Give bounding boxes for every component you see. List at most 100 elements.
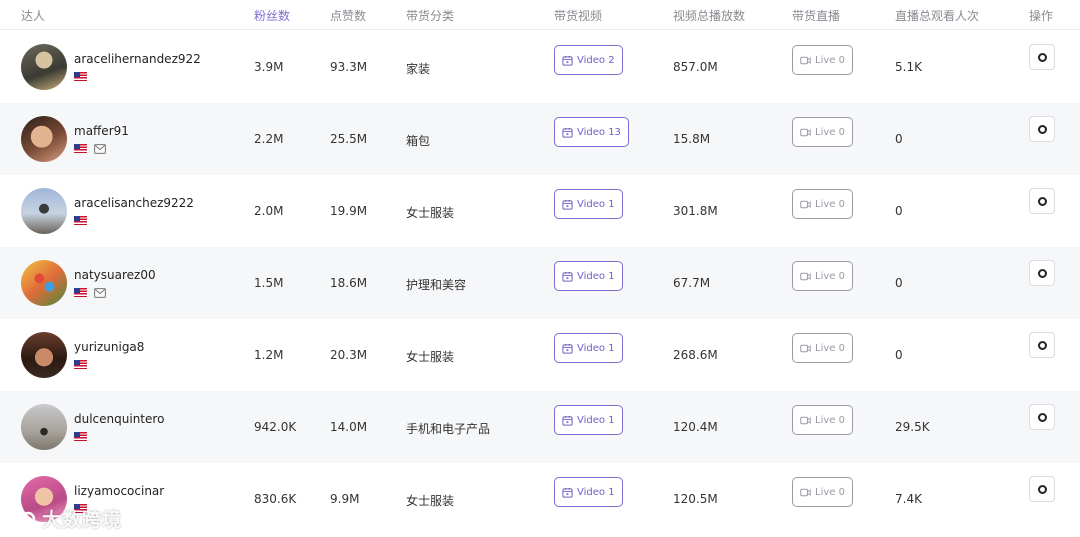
live-button-label: Live 0 xyxy=(815,54,845,66)
live-button[interactable]: Live 0 xyxy=(792,333,853,363)
video-calendar-icon xyxy=(562,343,573,354)
avatar[interactable] xyxy=(21,188,67,234)
live-camera-icon xyxy=(800,272,811,280)
likes-value: 25.5M xyxy=(330,132,368,146)
likes-value: 18.6M xyxy=(330,276,368,290)
creator-badges xyxy=(74,359,87,370)
video-button-label: Video 1 xyxy=(577,414,615,426)
live-button-label: Live 0 xyxy=(815,342,845,354)
table-row[interactable]: lizyamococinar 830.6K 9.9M 女士服装 Video 1 120.5… xyxy=(0,463,1080,535)
video-button[interactable]: Video 1 xyxy=(554,189,623,219)
watermark: 大数跨境 xyxy=(8,505,122,532)
creator-username[interactable]: aracelisanchez9222 xyxy=(74,196,194,210)
avatar[interactable] xyxy=(21,404,67,450)
col-actions: 操作 xyxy=(1029,9,1054,23)
followers-value: 830.6K xyxy=(254,492,297,506)
table-row[interactable]: dulcenquintero 942.0K 14.0M 手机和电子产品 Video 1 1… xyxy=(0,391,1080,463)
col-followers[interactable]: 粉丝数 xyxy=(254,7,290,24)
table-row[interactable]: maffer91 2.2M 25.5M 箱包 Video 13 15.8M Live 0 0 xyxy=(0,103,1080,175)
category-value: 箱包 xyxy=(406,134,431,148)
video-button[interactable]: Video 2 xyxy=(554,45,623,75)
video-views-value: 120.5M xyxy=(673,492,718,506)
likes-value: 19.9M xyxy=(330,204,368,218)
video-button[interactable]: Video 1 xyxy=(554,477,623,507)
video-calendar-icon xyxy=(562,487,573,498)
video-button-label: Video 1 xyxy=(577,270,615,282)
action-button[interactable] xyxy=(1029,116,1055,142)
video-views-value: 67.7M xyxy=(673,276,711,290)
live-button[interactable]: Live 0 xyxy=(792,405,853,435)
live-button[interactable]: Live 0 xyxy=(792,477,853,507)
creator-username[interactable]: aracelihernandez922 xyxy=(74,52,201,66)
circle-icon xyxy=(1037,52,1047,62)
video-views-value: 301.8M xyxy=(673,204,718,218)
us-flag-icon xyxy=(74,360,87,369)
table-row[interactable]: natysuarez00 1.5M 18.6M 护理和美容 Video 1 67.7M Li… xyxy=(0,247,1080,319)
col-live-viewers[interactable]: 直播总观看人次 xyxy=(895,7,979,24)
category-value: 手机和电子产品 xyxy=(406,422,491,436)
video-button-label: Video 13 xyxy=(577,126,621,138)
creator-username[interactable]: yurizuniga8 xyxy=(74,340,144,354)
video-button[interactable]: Video 1 xyxy=(554,333,623,363)
video-button[interactable]: Video 1 xyxy=(554,261,623,291)
circle-icon xyxy=(1037,412,1047,422)
action-button[interactable] xyxy=(1029,260,1055,286)
creator-username[interactable]: lizyamococinar xyxy=(74,484,164,498)
creator-badges xyxy=(74,287,106,298)
action-button[interactable] xyxy=(1029,188,1055,214)
action-button[interactable] xyxy=(1029,44,1055,70)
live-camera-icon xyxy=(800,128,811,136)
followers-value: 1.2M xyxy=(254,348,284,362)
col-creator[interactable]: 达人 xyxy=(21,7,45,24)
video-button-label: Video 1 xyxy=(577,486,615,498)
creator-badges xyxy=(74,143,106,154)
table-row[interactable]: aracelisanchez9222 2.0M 19.9M 女士服装 Video 1 30… xyxy=(0,175,1080,247)
avatar[interactable] xyxy=(21,332,67,378)
mail-icon[interactable] xyxy=(94,143,106,154)
avatar[interactable] xyxy=(21,116,67,162)
live-button-label: Live 0 xyxy=(815,270,845,282)
live-button[interactable]: Live 0 xyxy=(792,117,853,147)
live-button-label: Live 0 xyxy=(815,414,845,426)
likes-value: 20.3M xyxy=(330,348,368,362)
table-header: 达人 粉丝数 点赞数 带货分类 带货视频 视频总播放数 带货直播 直播总观看人次… xyxy=(0,0,1080,30)
video-calendar-icon xyxy=(562,271,573,282)
avatar[interactable] xyxy=(21,260,67,306)
live-button[interactable]: Live 0 xyxy=(792,261,853,291)
video-button-label: Video 2 xyxy=(577,54,615,66)
mail-icon[interactable] xyxy=(94,287,106,298)
live-button-label: Live 0 xyxy=(815,198,845,210)
live-button[interactable]: Live 0 xyxy=(792,189,853,219)
creator-username[interactable]: natysuarez00 xyxy=(74,268,156,282)
col-category: 带货分类 xyxy=(406,9,455,23)
live-camera-icon xyxy=(800,200,811,208)
likes-value: 14.0M xyxy=(330,420,368,434)
action-button[interactable] xyxy=(1029,332,1055,358)
video-button-label: Video 1 xyxy=(577,198,615,210)
likes-value: 9.9M xyxy=(330,492,360,506)
table-row[interactable]: yurizuniga8 1.2M 20.3M 女士服装 Video 1 268.6M Liv… xyxy=(0,319,1080,391)
action-button[interactable] xyxy=(1029,404,1055,430)
live-camera-icon xyxy=(800,344,811,352)
live-viewers-value: 7.4K xyxy=(895,492,922,506)
us-flag-icon xyxy=(74,288,87,297)
video-views-value: 268.6M xyxy=(673,348,718,362)
creator-username[interactable]: maffer91 xyxy=(74,124,129,138)
us-flag-icon xyxy=(74,72,87,81)
video-button[interactable]: Video 1 xyxy=(554,405,623,435)
avatar[interactable] xyxy=(21,44,67,90)
category-value: 女士服装 xyxy=(406,494,455,508)
us-flag-icon xyxy=(74,216,87,225)
live-button-label: Live 0 xyxy=(815,486,845,498)
col-likes[interactable]: 点赞数 xyxy=(330,7,366,24)
live-button[interactable]: Live 0 xyxy=(792,45,853,75)
live-viewers-value: 29.5K xyxy=(895,420,930,434)
col-videos: 带货视频 xyxy=(554,9,603,23)
action-button[interactable] xyxy=(1029,476,1055,502)
table-row[interactable]: aracelihernandez922 3.9M 93.3M 家装 Video 2 857… xyxy=(0,31,1080,103)
video-button[interactable]: Video 13 xyxy=(554,117,629,147)
category-value: 女士服装 xyxy=(406,206,455,220)
col-video-views[interactable]: 视频总播放数 xyxy=(673,7,745,24)
circle-icon xyxy=(1037,484,1047,494)
creator-username[interactable]: dulcenquintero xyxy=(74,412,164,426)
